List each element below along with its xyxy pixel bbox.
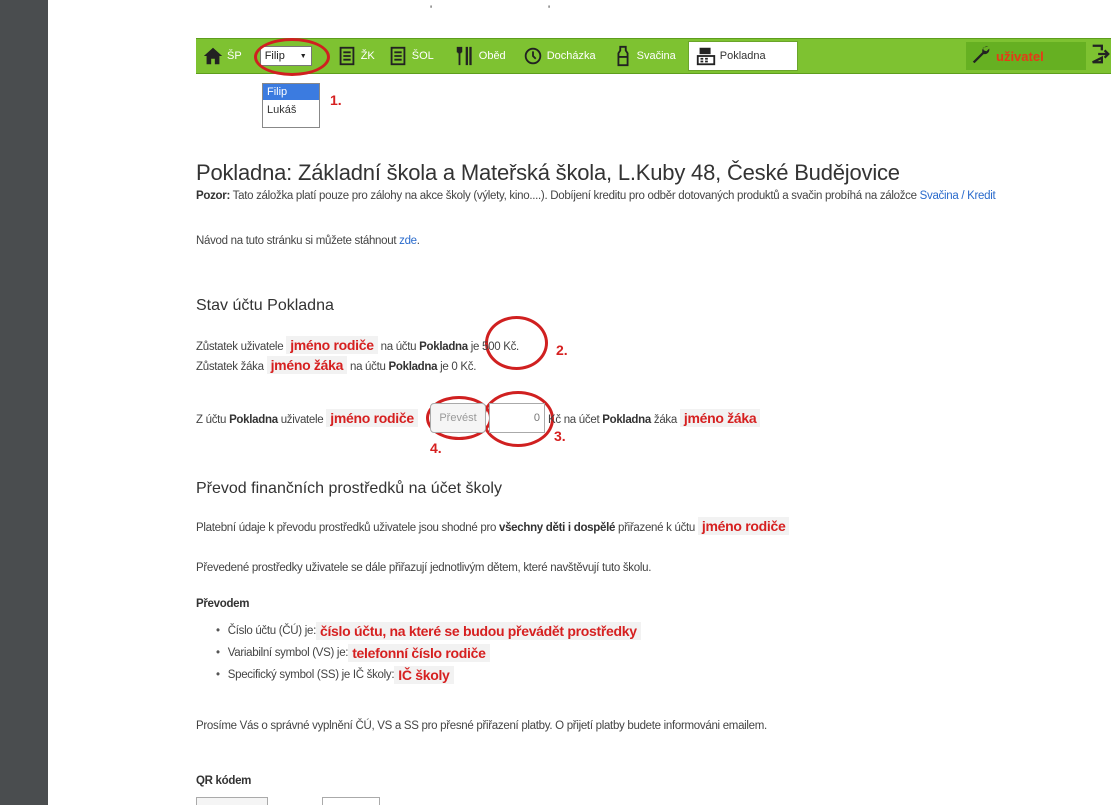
home-icon — [202, 45, 224, 67]
warning-body: Tato záložka platí pouze pro zálohy na a… — [229, 190, 920, 202]
list-item-label: Číslo účtu (ČÚ) je: — [227, 625, 317, 637]
dropdown-option[interactable]: Lukáš — [263, 100, 319, 120]
annotation-circle-1 — [254, 38, 330, 76]
logout-button[interactable] — [1089, 42, 1111, 70]
label-text: žáka — [650, 414, 680, 426]
list-item-value: číslo účtu, na které se budou převádět p… — [315, 622, 641, 640]
student-name: jméno žáka — [266, 356, 348, 374]
top-mark: ' — [430, 4, 433, 16]
transfer-sub-heading: Převodem — [196, 598, 250, 610]
nav-item-svacina[interactable]: Svačina — [606, 39, 682, 73]
nav-item-label: ŽK — [360, 50, 375, 62]
nav-item-label: Svačina — [636, 50, 676, 62]
list-item: Variabilní symbol (VS) je: telefonní čís… — [216, 642, 641, 664]
label-text: Kč na účet — [548, 414, 603, 426]
warning-label: Pozor: — [196, 190, 230, 202]
account-name: Pokladna — [388, 361, 438, 373]
list-item: Specifický symbol (SS) je IČ školy: IČ š… — [216, 664, 641, 686]
label-text: Zůstatek uživatele — [196, 341, 287, 353]
logout-icon — [1089, 43, 1111, 70]
list-item-label: Variabilní symbol (VS) je: — [227, 647, 349, 659]
document-icon — [336, 45, 358, 67]
guide-body: Návod na tuto stránku si můžete stáhnout — [196, 235, 400, 247]
left-dark-sidebar — [0, 0, 48, 805]
list-item: Číslo účtu (ČÚ) je: číslo účtu, na které… — [216, 620, 641, 642]
nav-item-sol[interactable]: ŠOL — [381, 39, 440, 73]
dropdown-option[interactable]: Filip — [263, 84, 319, 100]
user-name: uživatel — [996, 48, 1044, 64]
nav-item-zk[interactable]: ŽK — [330, 39, 381, 73]
qr-button[interactable] — [196, 797, 268, 805]
page-title: Pokladna: Základní škola a Mateřská škol… — [196, 160, 900, 185]
nav-home[interactable]: ŠP — [196, 39, 248, 73]
school-transfer-heading: Převod finančních prostředků na účet ško… — [196, 480, 502, 497]
label-text: je — [437, 361, 452, 373]
school-transfer-p1: Platební údaje k převodu prostředků uživ… — [196, 517, 790, 535]
warning-text: Pozor: Tato záložka platí pouze pro zálo… — [196, 190, 996, 202]
wrench-icon — [970, 43, 992, 70]
transfer-amount-input[interactable]: 0 — [489, 403, 545, 433]
nav-item-pokladna[interactable]: Pokladna — [687, 41, 798, 71]
top-mark: ' — [548, 4, 551, 16]
child-select-dropdown: Filip Lukáš — [262, 83, 320, 128]
nav-item-label: Pokladna — [719, 50, 766, 62]
parent-name: jméno rodiče — [286, 336, 378, 354]
parent-balance: 500 Kč. — [482, 341, 519, 353]
label-text: na účtu — [377, 341, 420, 353]
label-text: přiřazené k účtu — [615, 522, 698, 534]
cash-register-icon — [695, 45, 717, 67]
qr-heading: QR kódem — [196, 775, 252, 787]
annotation-number: 2. — [556, 342, 568, 358]
bold-text: všechny děti i dospělé — [498, 522, 616, 534]
nav-item-dochazka[interactable]: Docházka — [516, 39, 602, 73]
nav-item-label: Docházka — [546, 50, 596, 62]
student-name: jméno žáka — [679, 409, 761, 427]
label-text: Z účtu — [196, 414, 230, 426]
list-item-value: IČ školy — [394, 666, 454, 684]
label-text: Platební údaje k převodu prostředků uživ… — [196, 522, 499, 534]
label-text: Kč. — [457, 361, 477, 373]
transfer-button[interactable]: Převést — [430, 403, 486, 433]
list-item-label: Specifický symbol (SS) je IČ školy: — [227, 669, 395, 681]
account-name: Pokladna — [419, 341, 468, 353]
label-text: je — [467, 341, 483, 353]
label-text: Zůstatek žáka — [196, 361, 267, 373]
guide-download-link[interactable]: zde — [399, 235, 417, 247]
student-balance-line: Zůstatek žáka jméno žáka na účtu Pokladn… — [196, 356, 477, 374]
cutlery-icon — [454, 45, 476, 67]
payment-details-list: Číslo účtu (ČÚ) je: číslo účtu, na které… — [216, 620, 641, 686]
nav-item-label: Oběd — [478, 50, 506, 62]
annotation-number: 1. — [330, 92, 342, 108]
transfer-line-left: Z účtu Pokladna uživatele jméno rodiče — [196, 409, 418, 427]
qr-amount-input[interactable] — [322, 797, 380, 805]
svacina-kredit-link[interactable]: Svačina / Kredit — [920, 190, 996, 202]
annotation-number: 3. — [554, 428, 566, 444]
guide-text: Návod na tuto stránku si můžete stáhnout… — [196, 235, 420, 247]
label-text: uživatele — [277, 414, 327, 426]
nav-item-label: ŠOL — [411, 50, 434, 62]
account-heading: Stav účtu Pokladna — [196, 297, 334, 314]
milk-bottle-icon — [612, 45, 634, 67]
school-transfer-p3: Prosíme Vás o správné vyplnění ČÚ, VS a … — [196, 720, 767, 732]
main-navbar: ŠP Filip ▼ ŽK ŠOL Oběd Docházka Svačina — [196, 38, 1111, 74]
user-menu[interactable]: uživatel — [966, 42, 1086, 70]
account-name: Pokladna — [229, 414, 278, 426]
transfer-line-right: Kč na účet Pokladna žáka jméno žáka — [548, 409, 761, 427]
account-name: Pokladna — [602, 414, 651, 426]
guide-end: . — [416, 235, 420, 247]
parent-balance-line: Zůstatek uživatele jméno rodiče na účtu … — [196, 336, 519, 354]
list-item-value: telefonní číslo rodiče — [348, 644, 490, 662]
nav-item-obed[interactable]: Oběd — [448, 39, 512, 73]
nav-home-label: ŠP — [227, 50, 242, 62]
annotation-number: 4. — [430, 440, 442, 456]
parent-name: jméno rodiče — [697, 517, 790, 535]
parent-name: jméno rodiče — [326, 409, 418, 427]
document-icon — [387, 45, 409, 67]
label-text: na účtu — [347, 361, 389, 373]
school-transfer-p2: Převedené prostředky uživatele se dále p… — [196, 562, 652, 574]
clock-icon — [522, 45, 544, 67]
